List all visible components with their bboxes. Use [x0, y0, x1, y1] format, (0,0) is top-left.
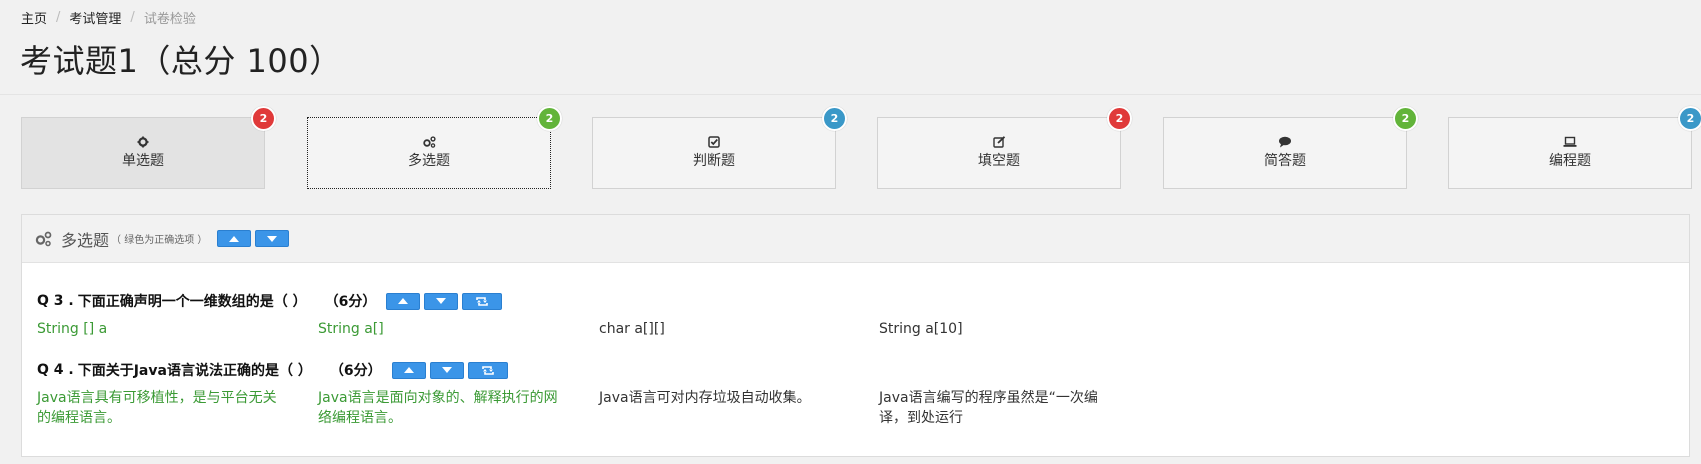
- option: Java语言可对内存垃圾自动收集。: [599, 390, 811, 406]
- option-list: Java语言具有可移植性，是与平台无关的编程语言。 Java语言是面向对象的、解…: [37, 388, 1098, 428]
- question-score: （6分）: [324, 294, 377, 310]
- type-card-single-choice[interactable]: 单选题 2: [21, 106, 276, 189]
- section-up-button[interactable]: [217, 230, 252, 247]
- count-badge: 2: [537, 106, 562, 131]
- question-text: 下面正确声明一个一维数组的是（ ）: [77, 294, 307, 310]
- cogs-icon: [35, 231, 52, 246]
- question-number: Q 4 .: [37, 362, 74, 378]
- option: Java语言编写的程序虽然是“一次编译，到处运行: [879, 390, 1098, 426]
- type-card-label: 多选题: [408, 153, 450, 169]
- edit-icon: [993, 136, 1006, 148]
- page-title: 考试题1（总分 100）: [20, 42, 342, 80]
- caret-up-icon: [403, 367, 414, 373]
- option: String a[10]: [879, 321, 963, 337]
- type-card-multiple-choice[interactable]: 多选题 2: [307, 106, 562, 189]
- option-correct: String a[]: [318, 321, 384, 337]
- retweet-icon: [481, 365, 494, 375]
- panel-header: 多选题 （ 绿色为正确选项 ）: [22, 215, 1689, 263]
- title-divider: [0, 94, 1701, 95]
- breadcrumb-home[interactable]: 主页: [21, 8, 47, 27]
- question-panel: 多选题 （ 绿色为正确选项 ） Q 3 . 下面正确声明一个一维数组的是（ ） …: [21, 214, 1690, 457]
- section-down-button[interactable]: [255, 230, 290, 247]
- caret-down-icon: [441, 367, 452, 373]
- question-item: Q 4 . 下面关于Java语言说法正确的是（ ） （6分） Java语言具有可…: [37, 360, 1098, 428]
- breadcrumb: 主页 / 考试管理 / 试卷检验: [21, 8, 196, 27]
- count-badge: 2: [1107, 106, 1132, 131]
- question-score: （6分）: [329, 363, 382, 379]
- count-badge: 2: [822, 106, 847, 131]
- question-down-button[interactable]: [424, 292, 459, 310]
- question-line: Q 4 . 下面关于Java语言说法正确的是（ ） （6分）: [37, 360, 512, 380]
- option-correct: Java语言是面向对象的、解释执行的网络编程语言。: [318, 390, 558, 426]
- type-card-short-answer[interactable]: 简答题 2: [1163, 106, 1418, 189]
- laptop-icon: [1563, 136, 1577, 147]
- retweet-icon: [476, 296, 489, 306]
- question-up-button[interactable]: [391, 361, 426, 379]
- question-text: 下面关于Java语言说法正确的是（ ）: [77, 363, 312, 379]
- question-down-button[interactable]: [429, 361, 464, 379]
- type-card-true-false[interactable]: 判断题 2: [592, 106, 847, 189]
- breadcrumb-exam-mgmt[interactable]: 考试管理: [69, 8, 121, 27]
- type-card-label: 填空题: [978, 153, 1020, 169]
- question-line: Q 3 . 下面正确声明一个一维数组的是（ ） （6分）: [37, 291, 506, 311]
- type-card-fill-blank[interactable]: 填空题 2: [877, 106, 1132, 189]
- panel-title: 多选题: [61, 230, 110, 250]
- question-replace-button[interactable]: [462, 292, 503, 310]
- option-correct: String [] a: [37, 321, 108, 337]
- type-card-label: 简答题: [1264, 153, 1306, 169]
- question-replace-button[interactable]: [467, 361, 508, 379]
- panel-note: （ 绿色为正确选项 ）: [111, 235, 208, 246]
- count-badge: 2: [1393, 106, 1418, 131]
- cogs-icon: [423, 136, 436, 148]
- breadcrumb-current: 试卷检验: [143, 12, 196, 27]
- type-card-label: 单选题: [122, 153, 164, 169]
- cog-icon: [137, 136, 149, 148]
- option: char a[][]: [599, 321, 665, 337]
- comment-icon: [1279, 136, 1291, 148]
- caret-up-icon: [398, 298, 409, 304]
- option-correct: Java语言具有可移植性，是与平台无关的编程语言。: [37, 390, 277, 426]
- breadcrumb-separator: /: [56, 10, 61, 25]
- question-up-button[interactable]: [386, 292, 421, 310]
- breadcrumb-separator: /: [130, 10, 135, 25]
- check-square-icon: [708, 136, 720, 148]
- count-badge: 2: [1678, 106, 1701, 131]
- type-card-label: 编程题: [1549, 153, 1591, 169]
- count-badge: 2: [251, 106, 276, 131]
- type-card-programming[interactable]: 编程题 2: [1448, 106, 1701, 189]
- type-card-label: 判断题: [693, 153, 735, 169]
- caret-up-icon: [229, 235, 240, 242]
- option-list: String [] a String a[] char a[][] String…: [37, 319, 963, 359]
- question-item: Q 3 . 下面正确声明一个一维数组的是（ ） （6分） String [] a…: [37, 291, 963, 359]
- question-number: Q 3 .: [37, 293, 74, 309]
- caret-down-icon: [267, 235, 278, 242]
- caret-down-icon: [436, 298, 447, 304]
